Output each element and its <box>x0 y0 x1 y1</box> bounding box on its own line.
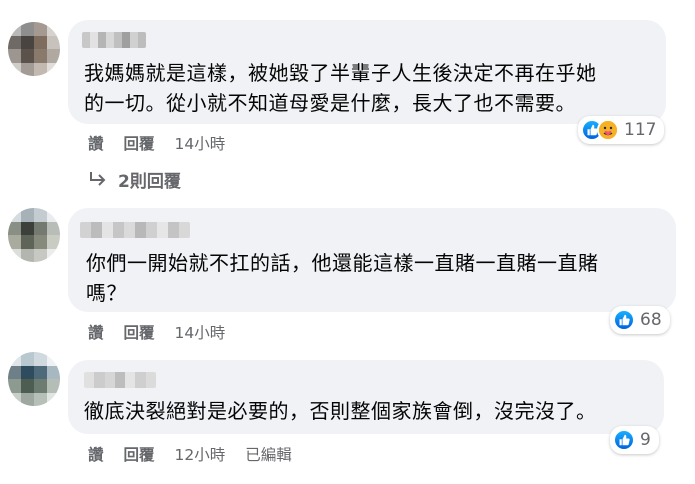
avatar[interactable] <box>8 22 60 76</box>
comment-bubble: 徹底決裂絕對是必要的，否則整個家族會倒，沒完沒了。 <box>68 360 664 434</box>
comment-bubble: 我媽媽就是這樣，被她毀了半輩子人生後決定不再在乎她 的一切。從小就不知道母愛是什… <box>68 20 666 124</box>
reaction-count: 9 <box>640 430 651 450</box>
timestamp[interactable]: 12小時 <box>175 443 226 465</box>
like-button[interactable]: 讚 <box>88 321 104 343</box>
comment-text: 徹底決裂絕對是必要的，否則整個家族會倒，沒完沒了。 <box>84 399 597 423</box>
like-button[interactable]: 讚 <box>88 132 104 154</box>
reply-arrow-icon <box>88 168 108 192</box>
timestamp[interactable]: 14小時 <box>175 321 226 343</box>
edited-label[interactable]: 已編輯 <box>245 443 292 465</box>
reaction-count: 68 <box>640 310 662 330</box>
avatar[interactable] <box>8 352 60 406</box>
comment-actions: 讚 回覆 14小時 <box>88 321 245 343</box>
commenter-name[interactable] <box>82 32 146 48</box>
comment-actions: 讚 回覆 14小時 <box>88 132 245 154</box>
like-icon <box>613 309 635 331</box>
reaction-summary[interactable]: 117 <box>578 116 665 144</box>
comment-text: 你們一開始就不扛的話，他還能這樣一直賭一直賭一直賭 嗎？ <box>86 251 599 305</box>
comment-bubble: 你們一開始就不扛的話，他還能這樣一直賭一直賭一直賭 嗎？ <box>68 208 676 312</box>
care-icon <box>597 119 619 141</box>
commenter-name[interactable] <box>84 372 156 388</box>
reply-button[interactable]: 回覆 <box>124 132 155 154</box>
view-replies-link[interactable]: 2則回覆 <box>88 167 181 192</box>
reaction-summary[interactable]: 9 <box>610 426 659 454</box>
reaction-summary[interactable]: 68 <box>610 306 670 334</box>
reply-button[interactable]: 回覆 <box>124 443 155 465</box>
commenter-name[interactable] <box>80 222 190 238</box>
timestamp[interactable]: 14小時 <box>175 132 226 154</box>
avatar[interactable] <box>8 208 60 262</box>
like-icon <box>613 429 635 451</box>
like-button[interactable]: 讚 <box>88 443 104 465</box>
comment-text: 我媽媽就是這樣，被她毀了半輩子人生後決定不再在乎她 的一切。從小就不知道母愛是什… <box>84 61 597 115</box>
reply-button[interactable]: 回覆 <box>124 321 155 343</box>
replies-count-label: 2則回覆 <box>118 172 181 192</box>
comment-actions: 讚 回覆 12小時 已編輯 <box>88 443 292 465</box>
reaction-count: 117 <box>624 120 657 140</box>
